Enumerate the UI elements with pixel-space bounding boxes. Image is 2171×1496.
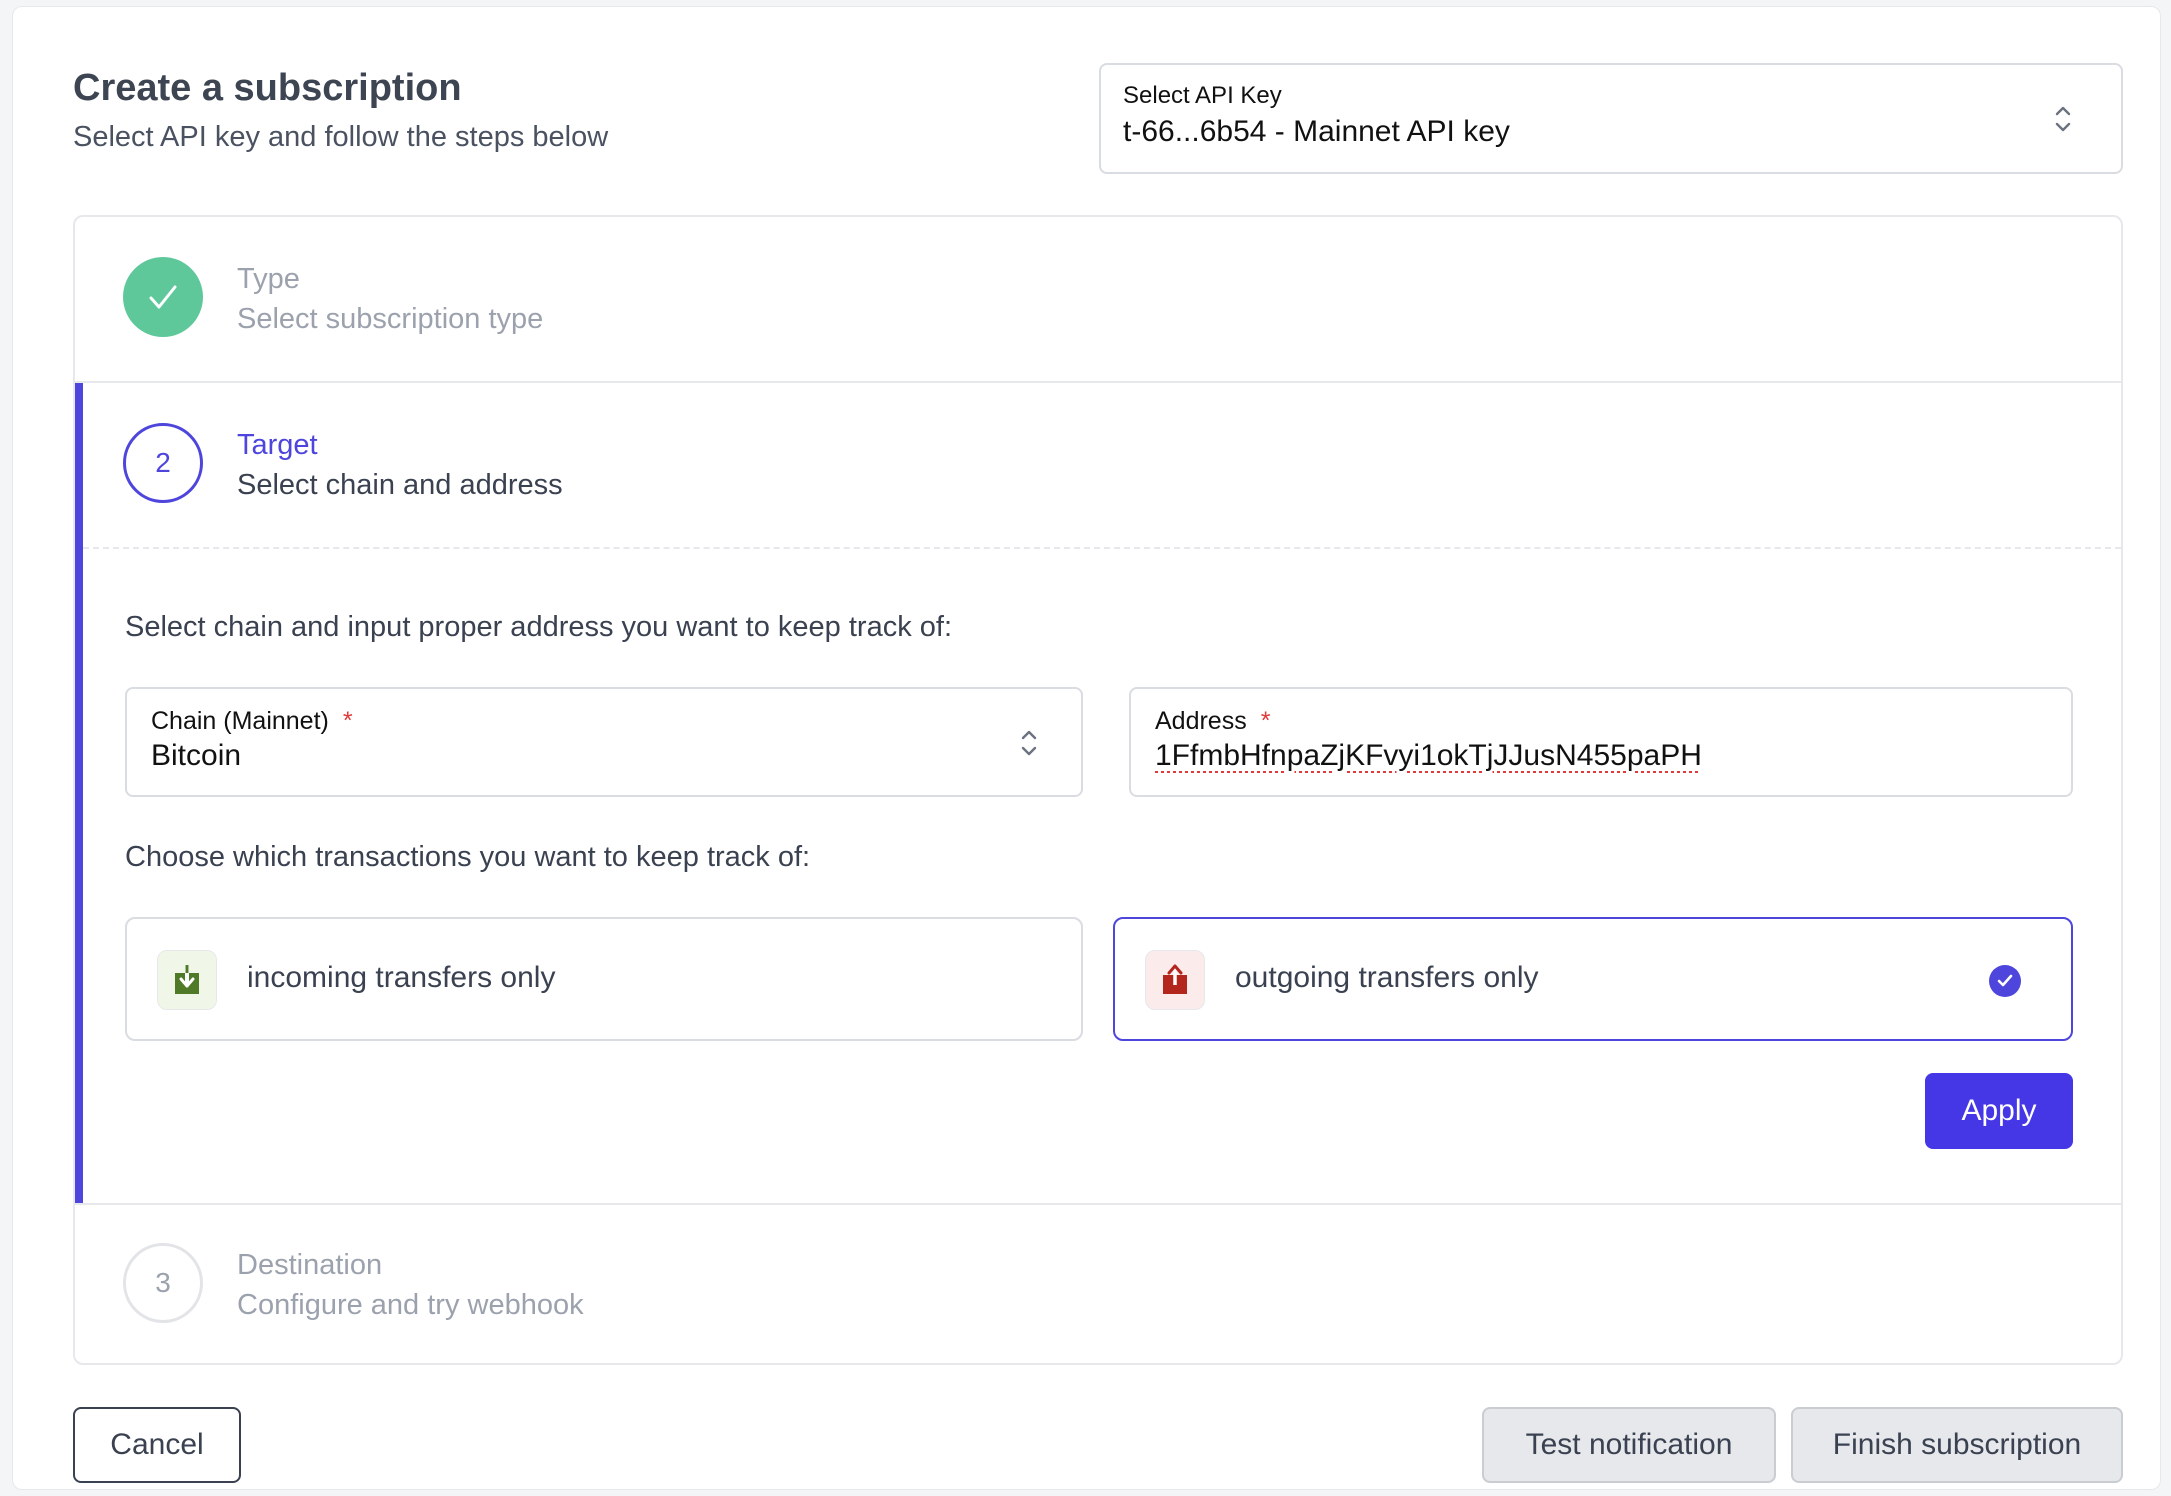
finish-subscription-button[interactable]: Finish subscription bbox=[1791, 1407, 2123, 1483]
stepper: Type Select subscription type 2 Target S… bbox=[73, 215, 2123, 1365]
step-description: Select chain and address bbox=[237, 469, 563, 501]
step-target-section: 2 Target Select chain and address Select… bbox=[75, 383, 2121, 1203]
subscription-card: Create a subscription Select API key and… bbox=[12, 6, 2161, 1490]
step-target[interactable]: 2 Target Select chain and address bbox=[83, 383, 2121, 549]
dashed-divider bbox=[83, 547, 2121, 549]
chain-select[interactable]: Chain (Mainnet) * Bitcoin bbox=[125, 687, 1083, 797]
api-key-select[interactable]: Select API Key t-66...6b54 - Mainnet API… bbox=[1099, 63, 2123, 174]
page-title: Create a subscription bbox=[73, 67, 462, 109]
chain-select-value: Bitcoin bbox=[151, 739, 242, 772]
step-number-badge: 2 bbox=[123, 423, 203, 503]
step-description: Select subscription type bbox=[237, 303, 544, 335]
apply-button[interactable]: Apply bbox=[1925, 1073, 2073, 1149]
address-field-label: Address * bbox=[1155, 707, 1271, 735]
transactions-instruction: Choose which transactions you want to ke… bbox=[125, 841, 811, 873]
step-description: Configure and try webhook bbox=[237, 1289, 584, 1321]
step-type[interactable]: Type Select subscription type bbox=[75, 217, 2121, 383]
chevron-up-down-icon bbox=[1021, 730, 1037, 756]
page-subtitle: Select API key and follow the steps belo… bbox=[73, 121, 609, 153]
step-destination[interactable]: 3 Destination Configure and try webhook bbox=[75, 1205, 2121, 1363]
step-title: Type bbox=[237, 263, 300, 295]
upload-icon bbox=[1145, 950, 1205, 1010]
test-notification-button[interactable]: Test notification bbox=[1482, 1407, 1776, 1483]
required-mark: * bbox=[342, 707, 353, 735]
api-key-select-label: Select API Key bbox=[1123, 82, 1282, 109]
address-input[interactable] bbox=[1155, 739, 2035, 773]
address-field[interactable]: Address * bbox=[1129, 687, 2073, 797]
cancel-button[interactable]: Cancel bbox=[73, 1407, 241, 1483]
download-icon bbox=[157, 950, 217, 1010]
selected-check-icon bbox=[1989, 965, 2021, 997]
chevron-up-down-icon bbox=[2055, 106, 2071, 132]
option-label: incoming transfers only bbox=[247, 961, 556, 994]
required-mark: * bbox=[1260, 707, 1271, 735]
option-label: outgoing transfers only bbox=[1235, 961, 1539, 994]
incoming-transfers-option[interactable]: incoming transfers only bbox=[125, 917, 1083, 1041]
chain-select-label: Chain (Mainnet) * bbox=[151, 707, 353, 735]
check-icon bbox=[149, 285, 177, 309]
chain-instruction: Select chain and input proper address yo… bbox=[125, 611, 952, 643]
step-title: Destination bbox=[237, 1249, 383, 1281]
step-number-badge: 3 bbox=[123, 1243, 203, 1323]
outgoing-transfers-option[interactable]: outgoing transfers only bbox=[1113, 917, 2073, 1041]
api-key-select-value: t-66...6b54 - Mainnet API key bbox=[1123, 115, 1510, 148]
step-complete-check bbox=[123, 257, 203, 337]
step-title: Target bbox=[237, 429, 318, 461]
